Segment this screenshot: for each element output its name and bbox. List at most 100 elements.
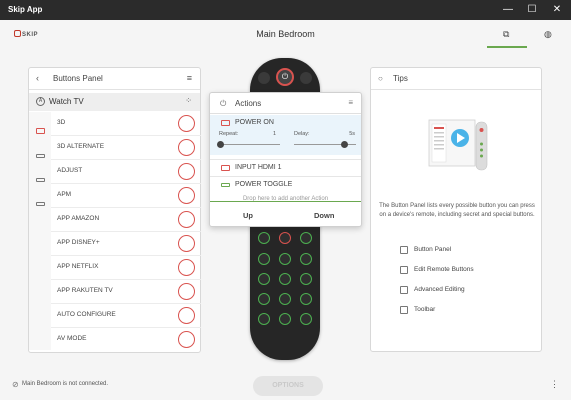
- buttons-panel-title: Buttons Panel: [53, 74, 103, 83]
- button-item[interactable]: APP NETFLIX: [51, 256, 201, 280]
- remote-button[interactable]: [300, 313, 312, 325]
- tip-link[interactable]: Toolbar: [396, 304, 516, 316]
- maximize-button[interactable]: ☐: [525, 3, 539, 17]
- back-chevron-icon[interactable]: ‹: [36, 73, 39, 83]
- tip-video-thumbnail[interactable]: [428, 116, 490, 178]
- red-button-icon[interactable]: [178, 331, 195, 348]
- device-icon: [36, 202, 45, 206]
- options-button[interactable]: OPTIONS: [253, 376, 323, 396]
- button-item[interactable]: APM: [51, 184, 201, 208]
- lightbulb-icon: ○: [378, 74, 383, 83]
- button-label: APP NETFLIX: [57, 263, 99, 270]
- tip-link[interactable]: Button Panel: [396, 244, 516, 256]
- tips-panel: ○ Tips The Button Panel lists every poss…: [370, 67, 542, 352]
- repeat-slider-knob[interactable]: [217, 141, 224, 148]
- tip-link-label: Edit Remote Buttons: [414, 266, 474, 273]
- close-button[interactable]: ✕: [550, 3, 564, 17]
- copy-icon[interactable]: ⧉: [503, 29, 509, 40]
- repeat-value: 1: [273, 131, 277, 137]
- globe-icon[interactable]: ◍: [544, 29, 552, 40]
- button-item[interactable]: 3D ALTERNATE: [51, 136, 201, 160]
- red-button-icon[interactable]: [178, 235, 195, 252]
- delay-label: Delay:: [294, 131, 310, 137]
- tv-icon: [221, 120, 230, 126]
- remote-button[interactable]: [258, 313, 270, 325]
- tip-link-label: Toolbar: [414, 306, 436, 313]
- red-button-icon[interactable]: [178, 187, 195, 204]
- button-item[interactable]: 3D: [51, 112, 201, 136]
- actions-header: ⏻ Actions ≡: [210, 93, 361, 114]
- menu-icon[interactable]: ≡: [348, 98, 353, 107]
- tip-link[interactable]: Edit Remote Buttons: [396, 264, 516, 276]
- button-label: APP RAKUTEN TV: [57, 287, 113, 294]
- remote-button[interactable]: [300, 253, 312, 265]
- window-title: Skip App: [8, 5, 43, 14]
- tips-header: ○ Tips: [371, 68, 541, 90]
- button-item[interactable]: APP DISNEY+: [51, 232, 201, 256]
- active-tab-indicator: [487, 46, 527, 48]
- device-gutter: [29, 112, 51, 350]
- action-label: POWER ON: [235, 119, 274, 126]
- grid-icon[interactable]: ⁘: [185, 96, 192, 105]
- remote-button[interactable]: [258, 72, 270, 84]
- action-row-selected[interactable]: POWER ON Repeat: 1 Delay: 5s: [210, 115, 361, 155]
- red-button-icon[interactable]: [178, 307, 195, 324]
- red-button-icon[interactable]: [178, 115, 195, 132]
- action-label: INPUT HDMI 1: [235, 164, 282, 171]
- red-button-icon[interactable]: [178, 211, 195, 228]
- remote-button[interactable]: [279, 313, 291, 325]
- power-icon[interactable]: ⏻: [276, 68, 294, 86]
- minimize-button[interactable]: —: [501, 3, 515, 17]
- red-button-icon[interactable]: [178, 283, 195, 300]
- red-button-icon[interactable]: [178, 163, 195, 180]
- remote-button[interactable]: [300, 273, 312, 285]
- repeat-slider-track[interactable]: [220, 144, 280, 145]
- device-row-watch-tv[interactable]: A Watch TV ⁘: [29, 93, 200, 111]
- action-label: POWER TOGGLE: [235, 181, 293, 188]
- tip-link[interactable]: Advanced Editing: [396, 284, 516, 296]
- button-label: AUTO CONFIGURE: [57, 311, 116, 318]
- remote-button[interactable]: [258, 273, 270, 285]
- connection-status: Main Bedroom is not connected.: [22, 381, 109, 387]
- delay-slider-knob[interactable]: [340, 141, 348, 148]
- more-icon[interactable]: ⋮: [550, 379, 559, 390]
- actions-title: Actions: [235, 99, 262, 108]
- remote-button[interactable]: [258, 253, 270, 265]
- action-row[interactable]: INPUT HDMI 1: [210, 159, 361, 175]
- remote-button[interactable]: [300, 72, 312, 84]
- remote-button[interactable]: [258, 232, 270, 244]
- remote-button[interactable]: [279, 293, 291, 305]
- remote-button[interactable]: [300, 293, 312, 305]
- button-item[interactable]: APP RAKUTEN TV: [51, 280, 201, 304]
- down-button[interactable]: Down: [314, 211, 334, 220]
- toolbar-icon: [400, 306, 408, 314]
- buttons-panel: ‹ Buttons Panel ≡ A Watch TV ⁘ 3D 3D ALT…: [28, 67, 201, 353]
- button-label: ADJUST: [57, 167, 83, 174]
- tips-title: Tips: [393, 74, 408, 83]
- power-icon: ⏻: [220, 99, 227, 108]
- activity-icon: A: [36, 97, 45, 106]
- red-button-icon[interactable]: [178, 259, 195, 276]
- remote-button[interactable]: [279, 232, 291, 244]
- remote-button[interactable]: [279, 273, 291, 285]
- menu-icon[interactable]: ≡: [187, 73, 192, 83]
- button-label: APP AMAZON: [57, 215, 100, 222]
- remote-button[interactable]: [279, 253, 291, 265]
- action-row[interactable]: POWER TOGGLE: [210, 176, 361, 192]
- red-button-icon[interactable]: [178, 139, 195, 156]
- tv-icon: [36, 128, 45, 134]
- up-button[interactable]: Up: [243, 211, 253, 220]
- button-item[interactable]: AUTO CONFIGURE: [51, 304, 201, 328]
- disconnected-icon: ⊘: [12, 380, 19, 389]
- remote-button[interactable]: [258, 293, 270, 305]
- button-item[interactable]: APP AMAZON: [51, 208, 201, 232]
- device-icon: [221, 183, 230, 187]
- buttons-panel-header: ‹ Buttons Panel ≡: [29, 68, 200, 90]
- device-label: Watch TV: [49, 97, 84, 106]
- remote-button[interactable]: [300, 232, 312, 244]
- tip-link-label: Button Panel: [414, 246, 452, 253]
- device-icon: [36, 178, 45, 182]
- tv-icon: [221, 165, 230, 171]
- button-item[interactable]: ADJUST: [51, 160, 201, 184]
- button-item[interactable]: AV MODE: [51, 328, 201, 350]
